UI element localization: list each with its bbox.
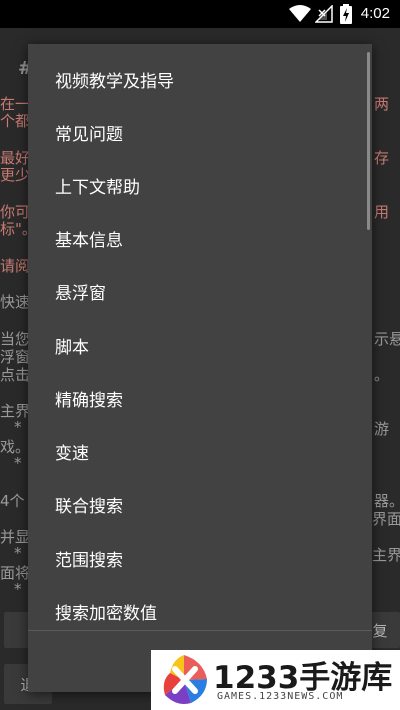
clock: 4:02 xyxy=(360,5,390,22)
menu-item-context-help[interactable]: 上下文帮助 xyxy=(28,159,372,212)
background-line: 两 xyxy=(374,95,390,113)
menu-item-exact-search[interactable]: 精确搜索 xyxy=(28,372,372,425)
menu-item-faq[interactable]: 常见问题 xyxy=(28,106,372,159)
background-line: * xyxy=(14,418,22,436)
background-line: 更少 xyxy=(0,166,31,184)
menu-item-basic-info[interactable]: 基本信息 xyxy=(28,212,372,265)
background-line: 4个 xyxy=(0,492,25,510)
background-line: 个都 xyxy=(0,112,31,130)
background-line: 。 xyxy=(374,366,390,384)
background-line: 请阅 xyxy=(0,257,31,275)
background-line: * xyxy=(14,544,22,562)
background-line: * xyxy=(14,580,22,598)
background-line: 界面 xyxy=(372,510,400,528)
menu-item-range-search[interactable]: 范围搜索 xyxy=(28,532,372,585)
background-line: 存 xyxy=(374,149,390,167)
menu-item-speed[interactable]: 变速 xyxy=(28,425,372,478)
menu-item-video-tutorial[interactable]: 视频教学及指导 xyxy=(28,53,372,106)
background-line: * xyxy=(14,454,22,472)
signal-icon xyxy=(314,4,333,27)
background-line: 点击 xyxy=(0,366,31,384)
background-line: 用 xyxy=(374,203,390,221)
menu-divider xyxy=(28,630,372,631)
watermark-logo: 1233手游库 GAMES.1233NEWS.COM xyxy=(151,650,400,710)
menu-scrollbar[interactable] xyxy=(367,52,370,230)
menu-item-floating-window[interactable]: 悬浮窗 xyxy=(28,265,372,318)
background-line: 快速 xyxy=(0,293,31,311)
menu-item-script[interactable]: 脚本 xyxy=(28,319,372,372)
help-menu: 视频教学及指导 常见问题 上下文帮助 基本信息 悬浮窗 脚本 精确搜索 变速 联… xyxy=(28,44,372,692)
status-bar: 4:02 xyxy=(0,0,400,28)
1233-logo-icon xyxy=(157,653,211,707)
watermark-url: GAMES.1233NEWS.COM xyxy=(217,691,344,702)
background-line: 游 xyxy=(374,420,390,438)
background-line: 示悬 xyxy=(374,330,400,348)
menu-item-group-search[interactable]: 联合搜索 xyxy=(28,478,372,531)
background-line: 主界 xyxy=(372,546,400,564)
wifi-icon xyxy=(289,5,311,27)
battery-charging-icon xyxy=(340,4,352,28)
